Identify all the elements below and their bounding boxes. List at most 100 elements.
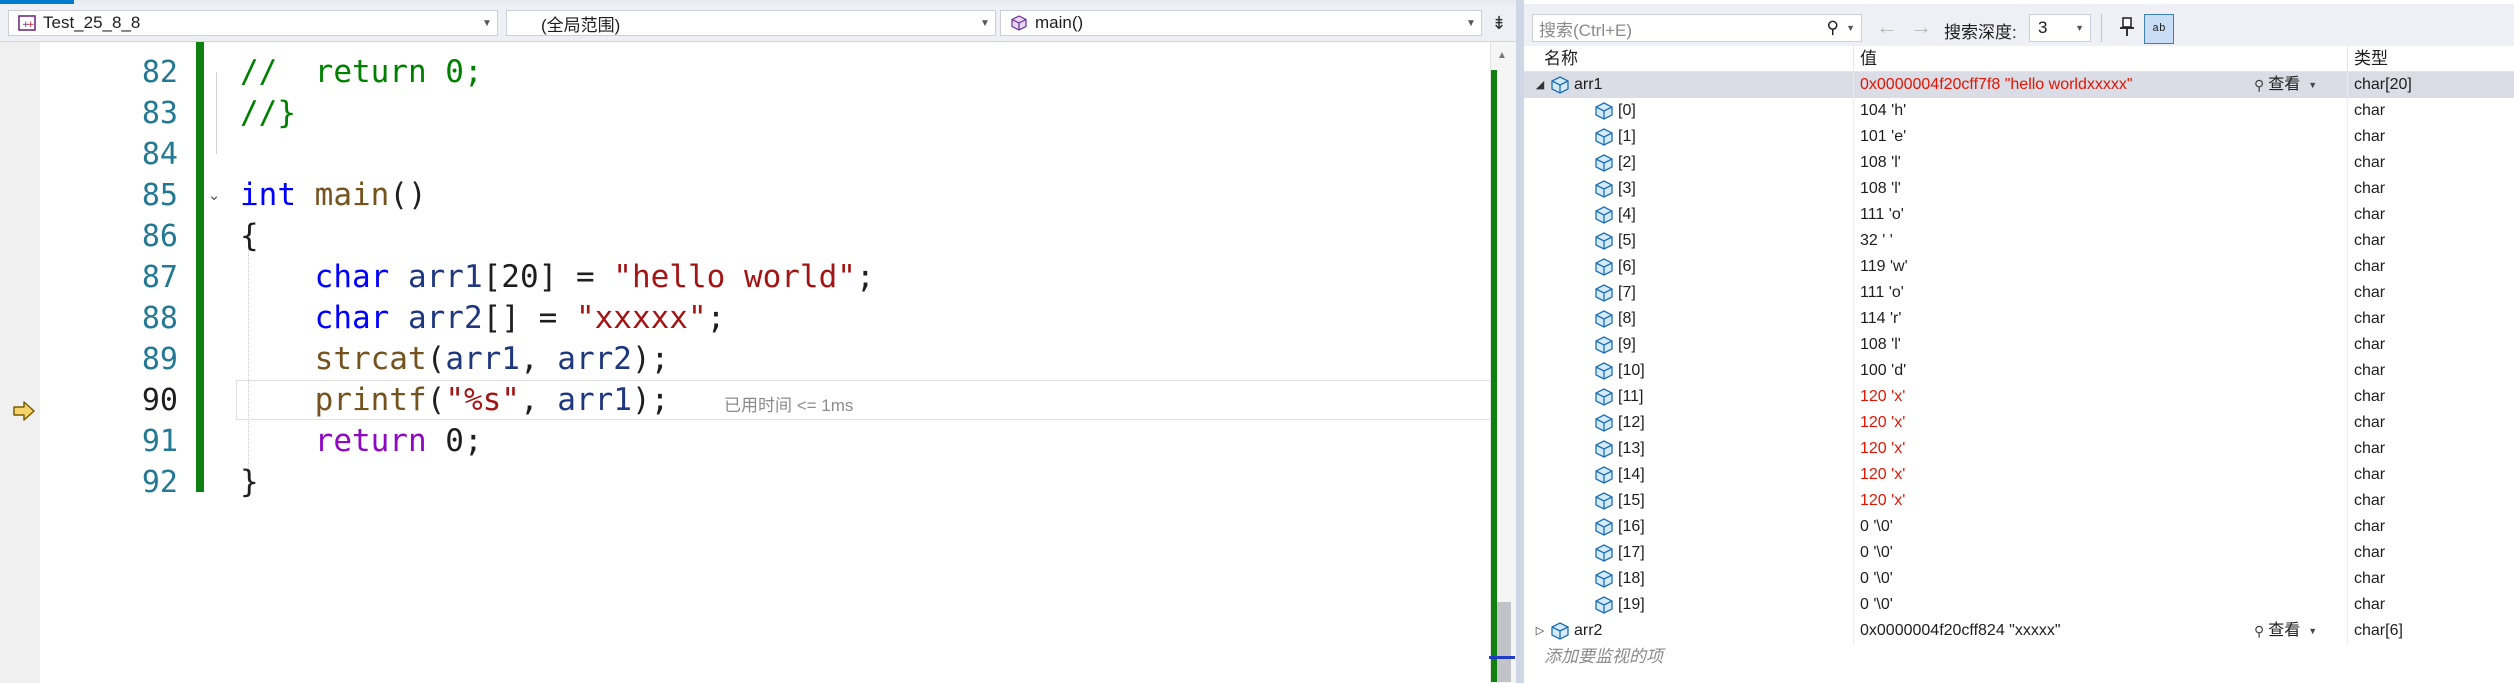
collapse-triangle-icon[interactable]: ◢ [1532,72,1548,98]
vertical-scrollbar[interactable]: ▲ [1489,42,1516,683]
code-line[interactable]: 85 ⌄ int main() [40,175,1494,216]
watch-value-cell[interactable]: 0 '\0' [1854,514,2348,540]
watch-value-cell[interactable]: 32 ' ' [1854,228,2348,254]
watch-value-cell[interactable]: 108 'l' [1854,150,2348,176]
watch-name-cell[interactable]: [12] [1524,410,1854,436]
glyph-margin[interactable] [0,42,40,683]
watch-row[interactable]: [16] 0 '\0' char [1524,514,2514,540]
code-line[interactable]: 82 // return 0; [40,52,1494,93]
watch-name-cell[interactable]: [19] [1524,592,1854,618]
watch-name-cell[interactable]: [17] [1524,540,1854,566]
watch-row[interactable]: [17] 0 '\0' char [1524,540,2514,566]
watch-search-input[interactable]: 搜索(Ctrl+E) ⚲ ▼ [1532,14,1862,42]
watch-value-cell[interactable]: 0 '\0' [1854,566,2348,592]
watch-value-cell[interactable]: 119 'w' [1854,254,2348,280]
code-line[interactable]: 88 char arr2[] = "xxxxx"; [40,298,1494,339]
watch-name-cell[interactable]: [7] [1524,280,1854,306]
watch-row[interactable]: [14] 120 'x' char [1524,462,2514,488]
column-value[interactable]: 值 [1854,46,2348,72]
watch-name-cell[interactable]: [13] [1524,436,1854,462]
code-line[interactable]: 89 strcat(arr1, arr2); [40,339,1494,380]
code-line[interactable]: 92} [40,462,1494,503]
code-line[interactable]: 83 //} [40,93,1494,134]
code-line[interactable]: 84 [40,134,1494,175]
watch-name-cell[interactable]: [6] [1524,254,1854,280]
watch-row[interactable]: [9] 108 'l' char [1524,332,2514,358]
watch-value-cell[interactable]: 100 'd' [1854,358,2348,384]
project-combo[interactable]: + + Test_25_8_8 ▼ [8,10,498,36]
watch-row[interactable]: [1] 101 'e' char [1524,124,2514,150]
watch-name-cell[interactable]: [1] [1524,124,1854,150]
watch-value-cell[interactable]: 0 '\0' [1854,540,2348,566]
visualizer-button[interactable]: ⚲ 查看 ▼ [2254,618,2317,644]
watch-row[interactable]: [12] 120 'x' char [1524,410,2514,436]
column-name[interactable]: 名称 [1524,46,1854,72]
watch-row[interactable]: [4] 111 'o' char [1524,202,2514,228]
search-icon[interactable]: ⚲ [1827,18,1839,38]
pane-splitter[interactable] [1516,0,1524,683]
watch-value-cell[interactable]: 0 '\0' [1854,592,2348,618]
watch-name-cell[interactable]: ◢ arr1 [1524,72,1854,98]
watch-value-cell[interactable]: 120 'x' [1854,384,2348,410]
back-arrow-icon[interactable]: ← [1876,16,1898,38]
watch-name-cell[interactable]: [14] [1524,462,1854,488]
watch-name-cell[interactable]: [11] [1524,384,1854,410]
watch-name-cell[interactable]: [5] [1524,228,1854,254]
watch-value-cell[interactable]: 0x0000004f20cff824 "xxxxx" ⚲ 查看 ▼ [1854,618,2348,644]
scroll-up-icon[interactable]: ▲ [1497,50,1507,61]
watch-name-cell[interactable]: [16] [1524,514,1854,540]
watch-name-cell[interactable]: [4] [1524,202,1854,228]
code-line[interactable]: 91 return 0; [40,421,1494,462]
code-line[interactable]: 86 { [40,216,1494,257]
scope-combo[interactable]: (全局范围) ▼ [506,10,996,36]
add-watch-item[interactable]: 添加要监视的项 [1524,644,2514,670]
watch-value-cell[interactable]: 114 'r' [1854,306,2348,332]
collapse-chevron-icon[interactable]: ⌄ [206,175,222,216]
watch-row[interactable]: [7] 111 'o' char [1524,280,2514,306]
pin-icon[interactable] [2114,16,2140,42]
watch-row[interactable]: [19] 0 '\0' char [1524,592,2514,618]
watch-name-cell[interactable]: [9] [1524,332,1854,358]
watch-value-cell[interactable]: 111 'o' [1854,280,2348,306]
watch-name-cell[interactable]: [10] [1524,358,1854,384]
watch-row[interactable]: [6] 119 'w' char [1524,254,2514,280]
watch-value-cell[interactable]: 120 'x' [1854,488,2348,514]
split-window-icon[interactable]: ⇟ [1486,10,1512,36]
code-area[interactable]: 82 // return 0; 83 //} 84 85 ⌄ int main() 86 {87 … [40,42,1526,683]
watch-row[interactable]: [8] 114 'r' char [1524,306,2514,332]
watch-row[interactable]: [0] 104 'h' char [1524,98,2514,124]
forward-arrow-icon[interactable]: → [1910,16,1932,38]
watch-name-cell[interactable]: [15] [1524,488,1854,514]
watch-name-cell[interactable]: [2] [1524,150,1854,176]
code-line[interactable]: 90 printf("%s", arr1); 已用时间 <= 1ms [40,380,1526,421]
watch-name-cell[interactable]: [8] [1524,306,1854,332]
column-type[interactable]: 类型 [2348,46,2508,72]
code-line[interactable]: 87 char arr1[20] = "hello world"; [40,257,1494,298]
watch-row[interactable]: [3] 108 'l' char [1524,176,2514,202]
watch-value-cell[interactable]: 111 'o' [1854,202,2348,228]
watch-row[interactable]: [5] 32 ' ' char [1524,228,2514,254]
expand-triangle-icon[interactable]: ▷ [1532,618,1548,644]
watch-row[interactable]: [15] 120 'x' char [1524,488,2514,514]
hex-display-toggle[interactable]: ab [2144,14,2174,44]
watch-row[interactable]: [11] 120 'x' char [1524,384,2514,410]
search-depth-select[interactable]: 3 ▼ [2029,14,2091,42]
perf-tip[interactable]: 已用时间 <= 1ms [724,391,853,416]
watch-row[interactable]: ◢ arr1 0x0000004f20cff7f8 "hello worldxxxx… [1524,72,2514,98]
watch-name-cell[interactable]: ▷ arr2 [1524,618,1854,644]
watch-name-cell[interactable]: [3] [1524,176,1854,202]
watch-value-cell[interactable]: 108 'l' [1854,332,2348,358]
watch-value-cell[interactable]: 104 'h' [1854,98,2348,124]
watch-value-cell[interactable]: 0x0000004f20cff7f8 "hello worldxxxxx" ⚲ 查看… [1854,72,2348,98]
member-combo[interactable]: main() ▼ [1000,10,1482,36]
watch-value-cell[interactable]: 120 'x' [1854,436,2348,462]
watch-value-cell[interactable]: 120 'x' [1854,410,2348,436]
watch-name-cell[interactable]: [18] [1524,566,1854,592]
watch-name-cell[interactable]: [0] [1524,98,1854,124]
watch-row[interactable]: [10] 100 'd' char [1524,358,2514,384]
visualizer-button[interactable]: ⚲ 查看 ▼ [2254,72,2317,98]
watch-value-cell[interactable]: 101 'e' [1854,124,2348,150]
watch-row[interactable]: [18] 0 '\0' char [1524,566,2514,592]
watch-value-cell[interactable]: 120 'x' [1854,462,2348,488]
watch-row[interactable]: [2] 108 'l' char [1524,150,2514,176]
